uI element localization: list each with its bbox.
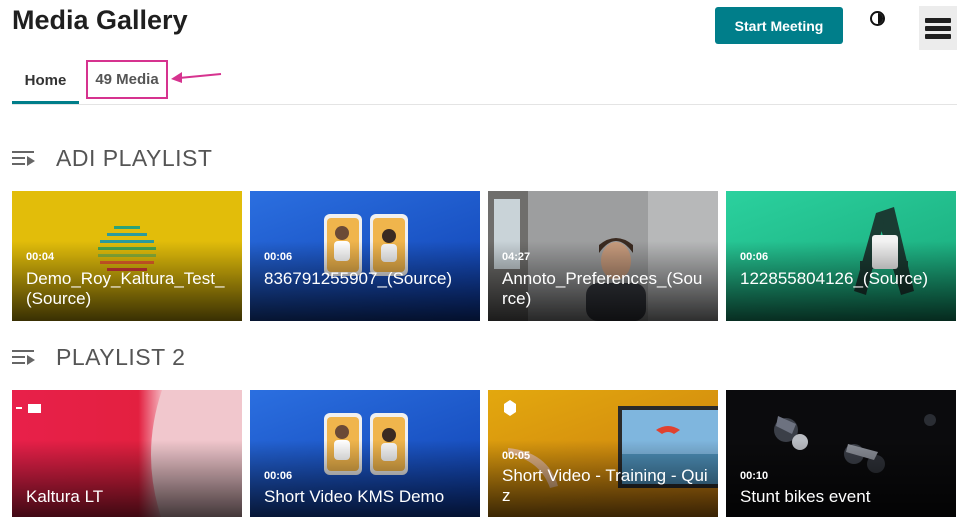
tab-home[interactable]: Home	[12, 56, 79, 104]
annotation-arrow-icon	[171, 72, 222, 83]
menu-bar-icon	[925, 33, 951, 39]
media-tile[interactable]: 00:06 Short Video KMS Demo	[250, 390, 480, 517]
section-title: ADI PLAYLIST	[56, 144, 213, 171]
duration-label: 00:04	[26, 251, 55, 263]
duration-label: 00:06	[264, 251, 293, 263]
media-tile[interactable]: 00:06 836791255907_(Source)	[250, 191, 480, 321]
duration-label: 00:10	[740, 470, 769, 482]
media-title: Annoto_Preferences_(Source)	[502, 269, 703, 308]
media-tile[interactable]: Kaltura LT	[12, 390, 242, 517]
start-meeting-button[interactable]: Start Meeting	[715, 7, 843, 44]
media-title: Demo_Roy_Kaltura_Test_(Source)	[26, 269, 225, 308]
duration-label: 00:06	[264, 470, 293, 482]
playlist-icon	[12, 149, 36, 167]
media-title: 122855804126_(Source)	[740, 269, 929, 288]
media-title: Short Video KMS Demo	[264, 487, 445, 506]
media-tile[interactable]: 04:27 Annoto_Preferences_(Source)	[488, 191, 718, 321]
duration-label: 00:05	[502, 450, 531, 462]
menu-button[interactable]	[919, 6, 957, 50]
section-header-playlist-2[interactable]: PLAYLIST 2	[12, 342, 185, 372]
media-title: Stunt bikes event	[740, 487, 871, 506]
duration-label: 00:06	[740, 251, 769, 263]
page-title: Media Gallery	[12, 5, 188, 35]
media-tile[interactable]: 00:05 Short Video - Training - Quiz	[488, 390, 718, 517]
media-title: Kaltura LT	[26, 487, 104, 506]
playlist-icon	[12, 348, 36, 366]
media-title: Short Video - Training - Quiz	[502, 466, 708, 505]
tabs-divider	[12, 104, 957, 105]
section-header-adi-playlist[interactable]: ADI PLAYLIST	[12, 143, 212, 173]
media-tile[interactable]: 00:10 Stunt bikes event	[726, 390, 956, 517]
tab-media[interactable]: 49 Media	[86, 60, 168, 99]
media-row: 00:04 Demo_Roy_Kaltura_Test_(Source) 00:…	[12, 191, 957, 321]
media-tile[interactable]: 00:06 122855804126_(Source)	[726, 191, 956, 321]
menu-bar-icon	[925, 17, 951, 23]
menu-bar-icon	[925, 25, 951, 31]
media-title: 836791255907_(Source)	[264, 269, 453, 288]
media-row: Kaltura LT 00:06 Short Video KMS Demo 00…	[12, 390, 957, 517]
media-tile[interactable]: 00:04 Demo_Roy_Kaltura_Test_(Source)	[12, 191, 242, 321]
contrast-toggle-icon[interactable]	[870, 11, 885, 26]
duration-label: 04:27	[502, 251, 531, 263]
section-title: PLAYLIST 2	[56, 343, 186, 370]
